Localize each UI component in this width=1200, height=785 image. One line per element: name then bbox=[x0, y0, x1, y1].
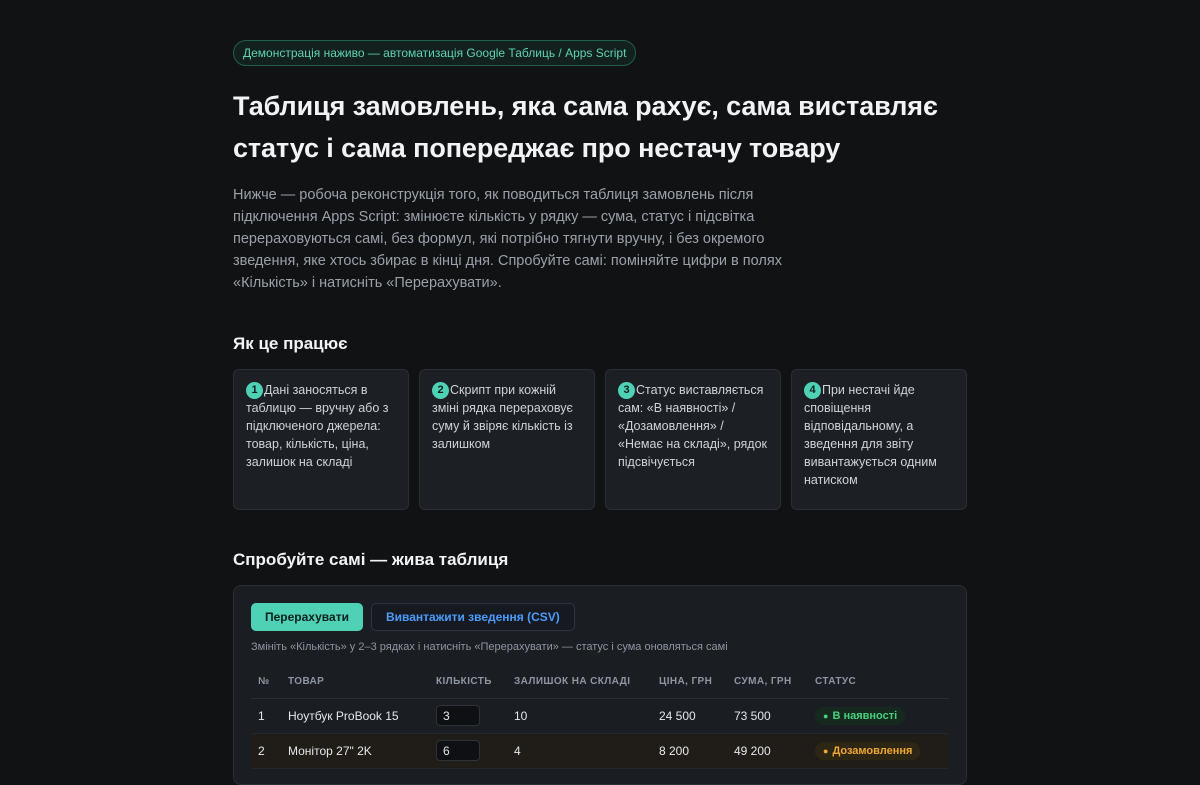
row-price: 8 200 bbox=[652, 733, 727, 769]
row-status-cell: ● Дозамовлення bbox=[808, 733, 949, 769]
status-dot-icon: ● bbox=[823, 745, 829, 756]
row-quantity-cell bbox=[429, 698, 507, 734]
table-hint: Змініть «Кількість» у 2–3 рядках і натис… bbox=[251, 641, 728, 653]
table-row: 1 Ноутбук ProBook 15 10 24 500 73 500 ●В… bbox=[251, 698, 949, 734]
row-sum: 73 500 bbox=[727, 698, 808, 734]
row-stock: 4 bbox=[507, 733, 652, 769]
col-sum: СУМА, ГРН bbox=[727, 666, 808, 699]
page-title-line-2: статус і сама попереджає про нестачу тов… bbox=[233, 133, 841, 163]
recalculate-button[interactable]: Перерахувати bbox=[251, 603, 363, 631]
status-label: В наявності bbox=[832, 709, 898, 722]
page-content: Демонстрація наживо — автоматизація Goog… bbox=[233, 40, 967, 785]
table-header-row: № ТОВАР КІЛЬКІСТЬ ЗАЛИШОК НА СКЛАДІ ЦІНА… bbox=[251, 666, 949, 699]
row-product: Ноутбук ProBook 15 bbox=[281, 698, 429, 734]
status-badge: ● Дозамовлення bbox=[815, 741, 921, 760]
row-product: Монітор 27" 2K bbox=[281, 733, 429, 769]
step-card-2: 2 Скрипт при кожній зміні рядка перерахов… bbox=[419, 369, 595, 510]
row-status-cell: ● В наявності bbox=[808, 698, 949, 734]
col-stock: ЗАЛИШОК НА СКЛАДІ bbox=[507, 666, 652, 699]
row-sum: 49 200 bbox=[727, 733, 808, 769]
row-quantity-cell bbox=[429, 733, 507, 769]
quantity-input[interactable] bbox=[436, 740, 480, 761]
step-text-4: При нестачі йде сповіщення відповідально… bbox=[804, 383, 937, 488]
page-title: Таблиця замовлень, яка сама рахує, сама … bbox=[233, 85, 967, 169]
step-card-3: 3 Статус виставляється сам: «В наявності»… bbox=[605, 369, 781, 510]
lead-paragraph: Нижче — робоча реконструкція того, як по… bbox=[233, 187, 782, 291]
export-csv-button[interactable]: Вивантажити зведення (CSV) bbox=[370, 603, 575, 631]
how-it-works-heading: Як це працює bbox=[233, 334, 348, 353]
step-text-2: Скрипт при кожній зміні рядка перерахову… bbox=[432, 383, 573, 452]
row-number: 1 bbox=[251, 698, 281, 734]
col-number: № bbox=[251, 666, 281, 699]
col-price: ЦІНА, ГРН bbox=[652, 666, 727, 699]
step-number-3: 3 bbox=[618, 382, 635, 400]
status-label: Дозамовлення bbox=[832, 744, 913, 757]
row-number: 2 bbox=[251, 733, 281, 769]
toolbar: Перерахувати Вивантажити зведення (CSV) bbox=[251, 603, 949, 631]
col-quantity: КІЛЬКІСТЬ bbox=[429, 666, 507, 699]
orders-table: № ТОВАР КІЛЬКІСТЬ ЗАЛИШОК НА СКЛАДІ ЦІНА… bbox=[251, 666, 949, 769]
table-row: 2 Монітор 27" 2K 4 8 200 49 200 ●Дозамов… bbox=[251, 733, 949, 769]
live-table-panel: Перерахувати Вивантажити зведення (CSV) … bbox=[233, 585, 967, 785]
live-table-heading: Спробуйте самі — жива таблиця bbox=[233, 550, 509, 569]
step-text-1: Дані заносяться в таблицю — вручну або з… bbox=[246, 383, 389, 470]
page-title-line-1: Таблиця замовлень, яка сама рахує, сама … bbox=[233, 91, 938, 121]
step-number-2: 2 bbox=[432, 382, 449, 400]
step-number-1: 1 bbox=[246, 382, 263, 400]
quantity-input[interactable] bbox=[436, 705, 480, 726]
step-number-4: 4 bbox=[804, 382, 821, 400]
row-price: 24 500 bbox=[652, 698, 727, 734]
step-card-4: 4 При нестачі йде сповіщення відповідальн… bbox=[791, 369, 967, 510]
col-status: СТАТУС bbox=[808, 666, 949, 699]
col-product: ТОВАР bbox=[281, 666, 429, 699]
demo-pill: Демонстрація наживо — автоматизація Goog… bbox=[233, 40, 637, 66]
steps-grid: 1 Дані заносяться в таблицю — вручну або … bbox=[233, 369, 967, 510]
row-stock: 10 bbox=[507, 698, 652, 734]
status-dot-icon: ● bbox=[823, 710, 829, 721]
step-text-3: Статус виставляється сам: «В наявності» … bbox=[618, 383, 768, 470]
status-badge: ● В наявності bbox=[815, 706, 906, 725]
step-card-1: 1 Дані заносяться в таблицю — вручну або … bbox=[233, 369, 409, 510]
